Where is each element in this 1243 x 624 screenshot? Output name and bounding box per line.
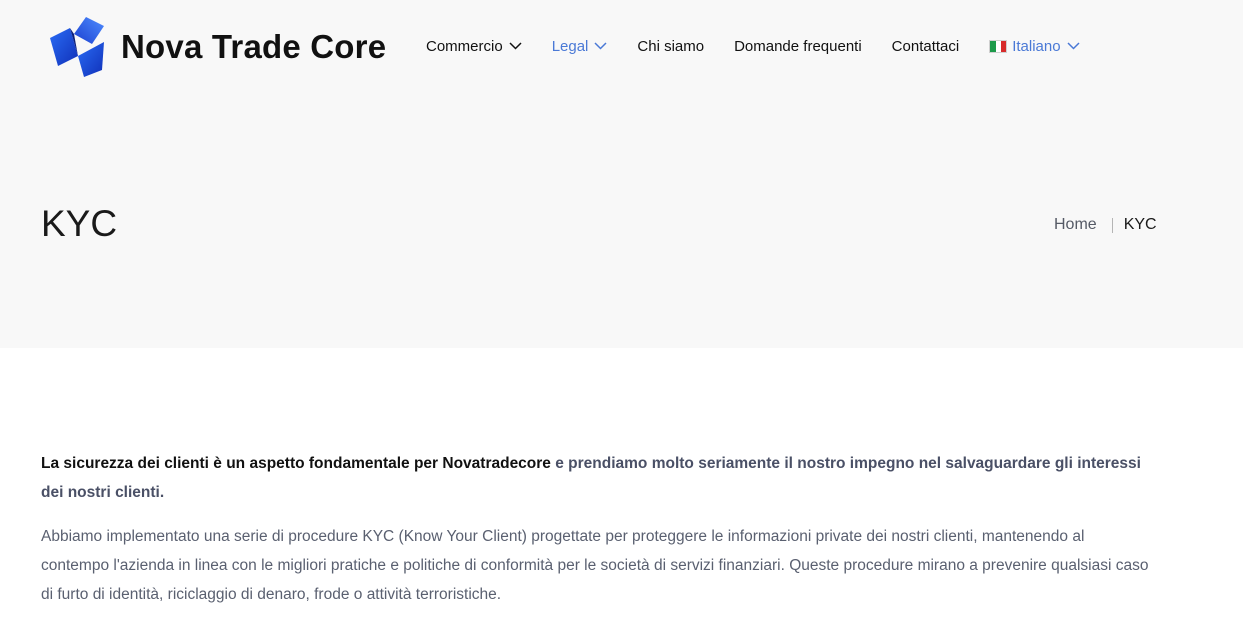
lead-paragraph: La sicurezza dei clienti è un aspetto fo… (41, 449, 1151, 507)
page-title: KYC (41, 203, 118, 244)
chevron-down-icon (509, 42, 522, 50)
nav-item-domande-frequenti[interactable]: Domande frequenti (734, 38, 862, 55)
site-header: Nova Trade Core Commercio Legal Chi siam… (0, 0, 1243, 92)
nav-item-label: Commercio (426, 37, 503, 55)
nav-item-legal[interactable]: Legal (552, 38, 608, 55)
kyc-description-paragraph: Abbiamo implementato una serie di proced… (41, 528, 1149, 603)
nav-item-label: Chi siamo (637, 37, 705, 55)
breadcrumb-divider (1111, 217, 1113, 233)
nav-item-commercio[interactable]: Commercio (426, 38, 522, 55)
brand-name: Nova Trade Core (121, 28, 387, 65)
breadcrumb-home-link[interactable]: Home (1054, 216, 1097, 234)
nav-item-label: Legal (551, 37, 589, 55)
nova-trade-core-logo-icon (48, 16, 108, 78)
breadcrumb: Home KYC (1054, 216, 1157, 234)
italy-flag-icon (989, 39, 1008, 53)
chevron-down-icon (594, 42, 607, 50)
chevron-down-icon (1067, 42, 1080, 50)
language-label: Italiano (1012, 37, 1061, 55)
language-selector[interactable]: Italiano (989, 37, 1080, 55)
nav-item-label: Contattaci (891, 37, 960, 55)
main-content: La sicurezza dei clienti è un aspetto fo… (41, 449, 1151, 609)
nav-item-contattaci[interactable]: Contattaci (892, 38, 960, 55)
lead-strong-text: La sicurezza dei clienti è un aspetto fo… (41, 455, 551, 472)
nav-item-label: Domande frequenti (734, 37, 862, 55)
breadcrumb-current: KYC (1123, 216, 1157, 233)
nav-item-chi-siamo[interactable]: Chi siamo (637, 38, 704, 55)
main-nav: Commercio Legal Chi siamo Domande freque… (426, 34, 1110, 58)
brand-logo[interactable]: Nova Trade Core (48, 16, 386, 78)
